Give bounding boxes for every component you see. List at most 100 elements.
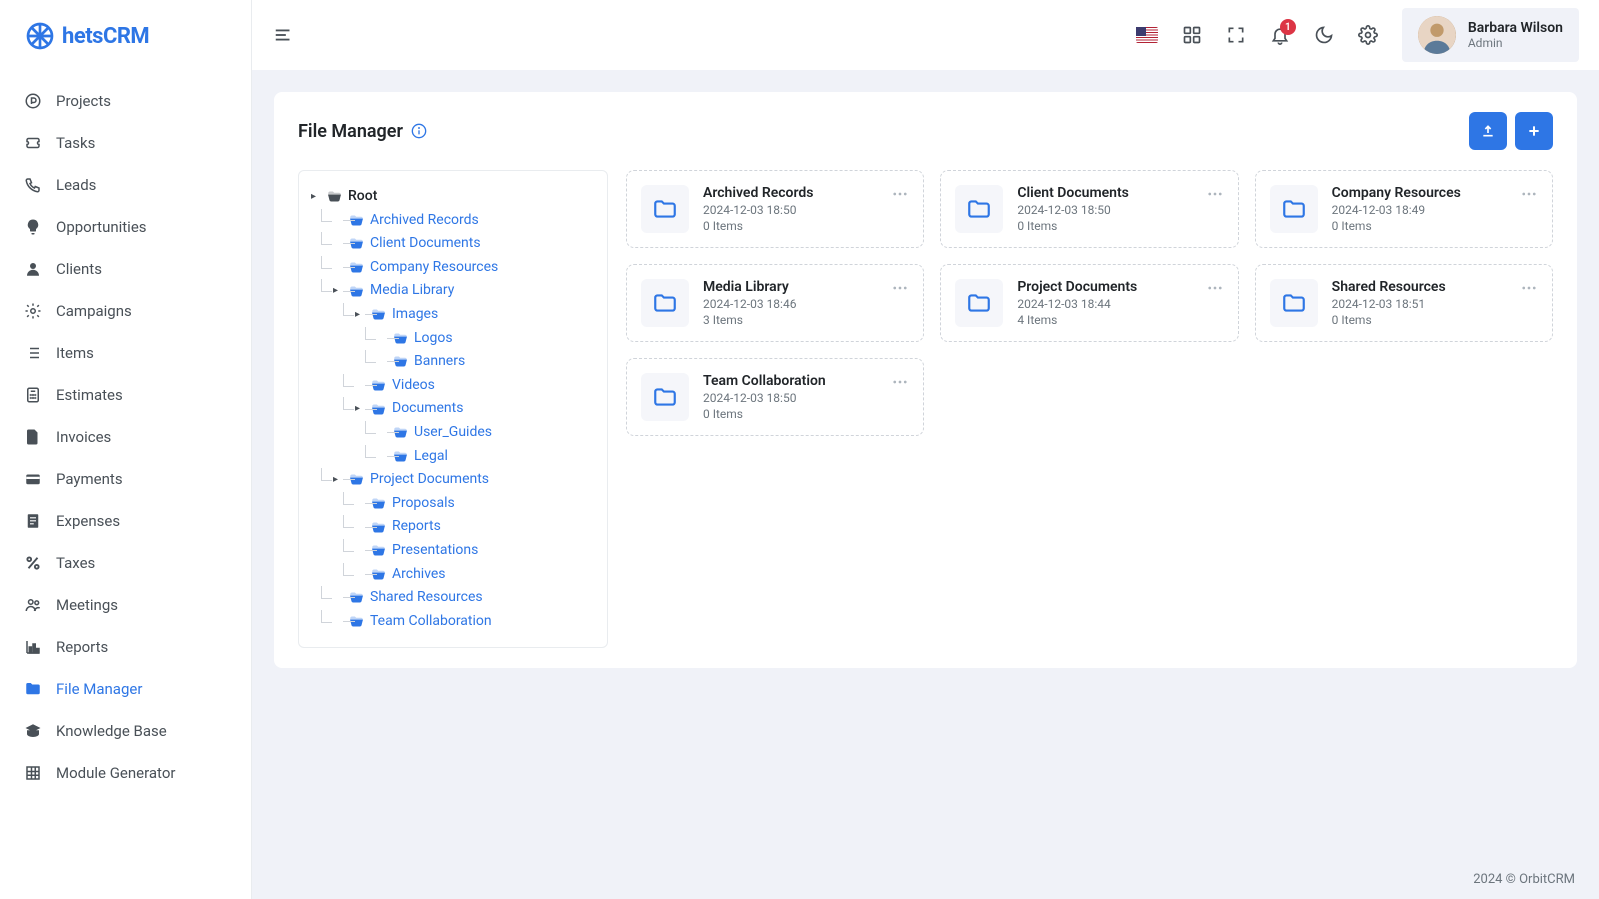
tree-node-team-collaboration[interactable]: Team Collaboration	[333, 610, 595, 634]
more-icon[interactable]	[891, 185, 909, 203]
folder-icon	[349, 284, 364, 299]
receipt-icon	[24, 512, 42, 530]
more-icon[interactable]	[1520, 185, 1538, 203]
sidebar-item-label: Taxes	[56, 554, 95, 572]
sidebar-item-reports[interactable]: Reports	[0, 626, 251, 668]
more-icon[interactable]	[891, 279, 909, 297]
tree-label: Videos	[392, 376, 435, 396]
tree-node-banners[interactable]: Banners	[377, 350, 595, 374]
sidebar-item-campaigns[interactable]: Campaigns	[0, 290, 251, 332]
tree-node-images[interactable]: ▸Images	[355, 303, 595, 327]
sidebar-item-payments[interactable]: Payments	[0, 458, 251, 500]
folder-icon	[641, 373, 689, 421]
more-icon[interactable]	[891, 373, 909, 391]
notifications-icon[interactable]: 1	[1270, 25, 1290, 45]
tree-node-documents[interactable]: ▸Documents	[355, 397, 595, 421]
tree-node-archived-records[interactable]: Archived Records	[333, 209, 595, 233]
tree-node-company-resources[interactable]: Company Resources	[333, 256, 595, 280]
chart-icon	[24, 638, 42, 656]
sidebar-item-label: Opportunities	[56, 218, 147, 236]
tree-node-logos[interactable]: Logos	[377, 327, 595, 351]
tree-node-client-documents[interactable]: Client Documents	[333, 232, 595, 256]
apps-icon[interactable]	[1182, 25, 1202, 45]
tree-node-user-guides[interactable]: User_Guides	[377, 421, 595, 445]
people-icon	[24, 596, 42, 614]
folder-count: 3 Items	[703, 313, 909, 327]
settings-icon[interactable]	[1358, 25, 1378, 45]
card-icon	[24, 470, 42, 488]
folder-card-media-library[interactable]: Media Library2024-12-03 18:463 Items	[626, 264, 924, 342]
folder-name: Company Resources	[1332, 185, 1538, 201]
tree-node-legal[interactable]: Legal	[377, 445, 595, 469]
tree-node-reports[interactable]: Reports	[355, 515, 595, 539]
folder-card-archived-records[interactable]: Archived Records2024-12-03 18:500 Items	[626, 170, 924, 248]
sidebar-item-label: Clients	[56, 260, 102, 278]
tree-node-videos[interactable]: Videos	[355, 374, 595, 398]
tree-node-archives[interactable]: Archives	[355, 563, 595, 587]
folder-card-project-documents[interactable]: Project Documents2024-12-03 18:444 Items	[940, 264, 1238, 342]
folder-icon	[349, 472, 364, 487]
sidebar-item-leads[interactable]: Leads	[0, 164, 251, 206]
sidebar-item-label: Knowledge Base	[56, 722, 167, 740]
tree-node-root[interactable]: ▸Root	[311, 185, 595, 209]
theme-toggle-icon[interactable]	[1314, 25, 1334, 45]
sidebar-item-invoices[interactable]: Invoices	[0, 416, 251, 458]
user-icon	[24, 260, 42, 278]
tree-node-proposals[interactable]: Proposals	[355, 492, 595, 516]
tree-label: Presentations	[392, 541, 478, 561]
logo[interactable]: hetsCRM	[0, 0, 251, 72]
tree-label: Root	[348, 187, 377, 207]
sidebar-item-meetings[interactable]: Meetings	[0, 584, 251, 626]
language-flag-icon[interactable]	[1136, 27, 1158, 43]
sidebar-item-label: Items	[56, 344, 94, 362]
folder-card-client-documents[interactable]: Client Documents2024-12-03 18:500 Items	[940, 170, 1238, 248]
sidebar-item-expenses[interactable]: Expenses	[0, 500, 251, 542]
sidebar-item-taxes[interactable]: Taxes	[0, 542, 251, 584]
folder-name: Archived Records	[703, 185, 909, 201]
tree-node-project-documents[interactable]: ▸Project Documents	[333, 468, 595, 492]
tree-node-shared-resources[interactable]: Shared Resources	[333, 586, 595, 610]
sidebar-item-estimates[interactable]: Estimates	[0, 374, 251, 416]
sidebar-item-file-manager[interactable]: File Manager	[0, 668, 251, 710]
sidebar-item-module-generator[interactable]: Module Generator	[0, 752, 251, 794]
sidebar-item-knowledge-base[interactable]: Knowledge Base	[0, 710, 251, 752]
upload-button[interactable]	[1469, 112, 1507, 150]
folder-count: 4 Items	[1017, 313, 1223, 327]
user-menu[interactable]: Barbara Wilson Admin	[1402, 8, 1579, 62]
sidebar-item-items[interactable]: Items	[0, 332, 251, 374]
folder-date: 2024-12-03 18:50	[703, 391, 909, 405]
sidebar-item-label: Invoices	[56, 428, 111, 446]
menu-toggle-icon[interactable]	[272, 23, 296, 47]
tree-label: Archived Records	[370, 211, 479, 231]
fullscreen-icon[interactable]	[1226, 25, 1246, 45]
tree-label: Reports	[392, 517, 441, 537]
folder-icon	[393, 331, 408, 346]
sidebar-item-tasks[interactable]: Tasks	[0, 122, 251, 164]
sidebar-item-clients[interactable]: Clients	[0, 248, 251, 290]
sidebar: hetsCRM ProjectsTasksLeads Opportunities C…	[0, 0, 252, 899]
more-icon[interactable]	[1206, 279, 1224, 297]
caret-icon: ▸	[333, 473, 343, 487]
sidebar-item-label: Reports	[56, 638, 108, 656]
tree-label: Legal	[414, 447, 448, 467]
sidebar-item-opportunities[interactable]: Opportunities	[0, 206, 251, 248]
tree-label: Archives	[392, 565, 446, 585]
calculator-icon	[24, 386, 42, 404]
tree-node-presentations[interactable]: Presentations	[355, 539, 595, 563]
folder-icon	[1270, 279, 1318, 327]
caret-icon: ▸	[333, 284, 343, 298]
folder-icon	[955, 185, 1003, 233]
folder-card-company-resources[interactable]: Company Resources2024-12-03 18:490 Items	[1255, 170, 1553, 248]
add-button[interactable]	[1515, 112, 1553, 150]
folder-date: 2024-12-03 18:49	[1332, 203, 1538, 217]
folder-card-team-collaboration[interactable]: Team Collaboration2024-12-03 18:500 Item…	[626, 358, 924, 436]
sidebar-item-projects[interactable]: Projects	[0, 80, 251, 122]
p-circle-icon	[24, 92, 42, 110]
folder-icon	[1270, 185, 1318, 233]
info-icon[interactable]	[411, 123, 427, 139]
tree-node-media-library[interactable]: ▸Media Library	[333, 279, 595, 303]
folder-card-shared-resources[interactable]: Shared Resources2024-12-03 18:510 Items	[1255, 264, 1553, 342]
folder-grid: Archived Records2024-12-03 18:500 ItemsC…	[626, 170, 1553, 648]
more-icon[interactable]	[1520, 279, 1538, 297]
more-icon[interactable]	[1206, 185, 1224, 203]
